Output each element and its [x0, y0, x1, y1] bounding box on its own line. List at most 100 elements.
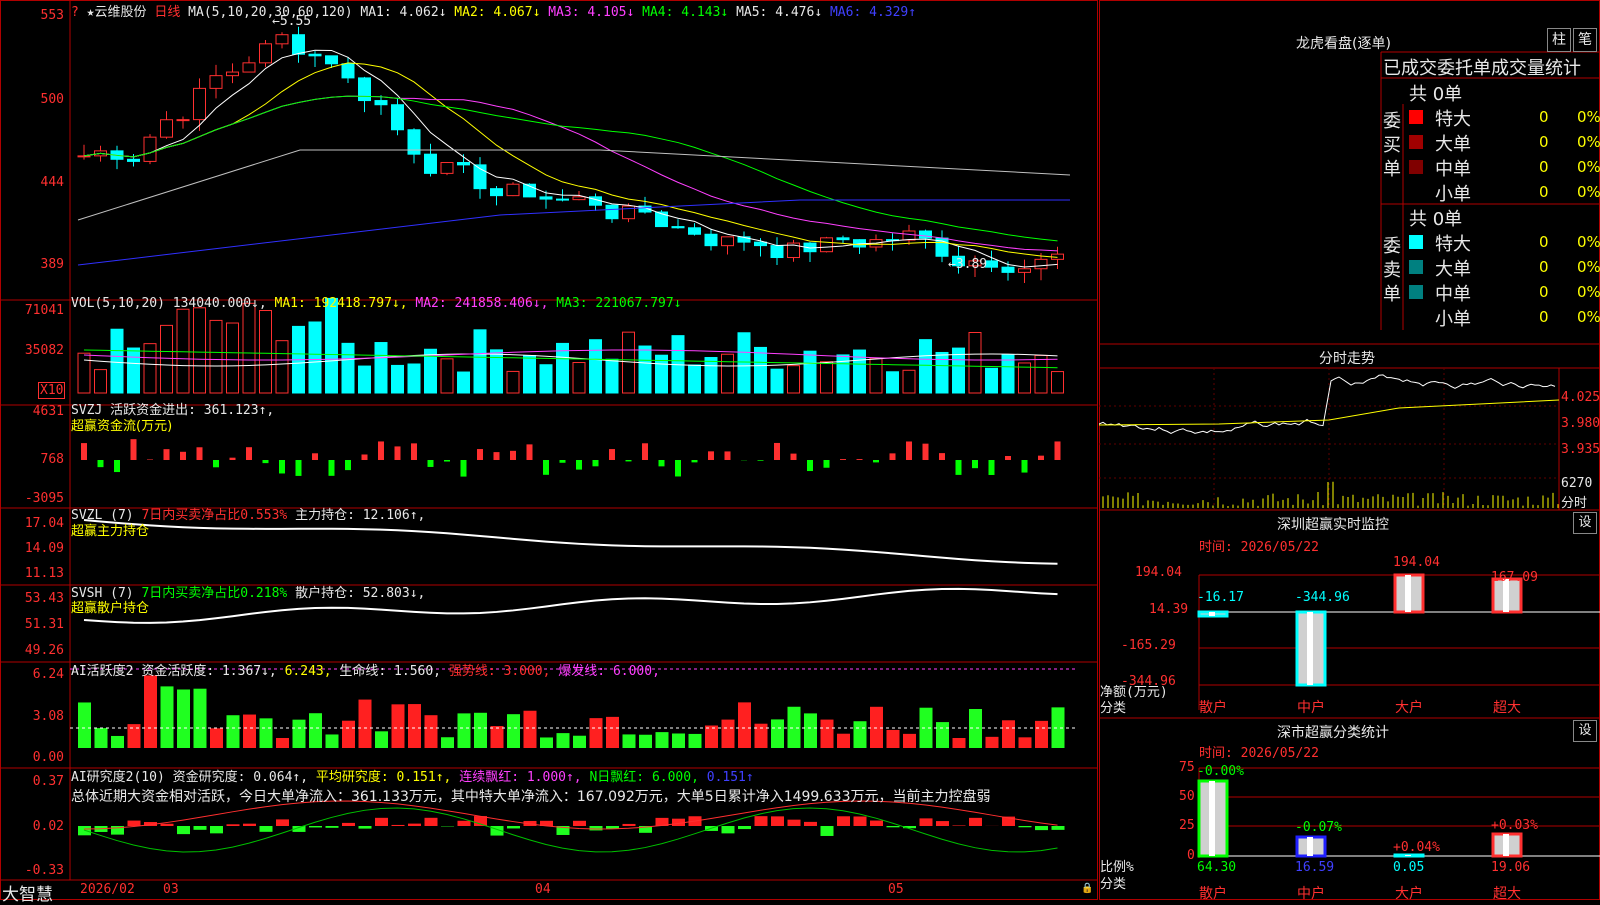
ai1-title: AI活跃度2: [71, 664, 133, 679]
activity-bar: [969, 709, 982, 748]
order-count: 0: [1539, 158, 1549, 176]
monitor-ytick: 194.04: [1135, 565, 1182, 580]
candle-body: [1035, 259, 1047, 268]
stats-settings-button[interactable]: 设: [1573, 720, 1597, 742]
activity-bar: [1002, 720, 1015, 748]
flow-bar: [98, 460, 104, 467]
candle-body: [689, 228, 701, 234]
flow-bar: [939, 453, 945, 460]
research-bar: [738, 826, 751, 829]
flow-bar: [164, 449, 170, 460]
research-bar: [210, 826, 223, 833]
svsh-subtitle: 超赢散户持仓: [71, 597, 149, 616]
period-label[interactable]: 日线: [154, 5, 180, 20]
research-bar: [920, 818, 933, 826]
flow-bar: [560, 460, 566, 463]
activity-bar: [738, 702, 751, 748]
volume-bar: [590, 340, 602, 393]
research-bar: [953, 825, 966, 826]
svzj-ytick: -3095: [0, 491, 64, 506]
candle-body: [293, 35, 305, 55]
stats-bar-delta: +0.03%: [1491, 818, 1538, 833]
volume-bar: [491, 350, 503, 393]
volume-bar: [177, 309, 189, 393]
candle-body: [491, 189, 503, 196]
volume-bar: [804, 351, 816, 393]
flow-bar: [692, 460, 698, 462]
chart-area[interactable]: ? ★云维股份 日线 MA(5,10,20,30,60,120) MA1: 4.…: [0, 0, 1098, 900]
research-bar: [128, 821, 141, 826]
activity-bar: [507, 714, 520, 748]
order-type: 大单: [1435, 130, 1471, 156]
volume-bar: [95, 370, 107, 393]
candle-body: [986, 261, 998, 267]
candle-body: [359, 78, 371, 101]
activity-bar: [78, 702, 91, 748]
volume-bar: [441, 359, 453, 393]
monitor-bar-value: -344.96: [1295, 590, 1350, 605]
volume-bar: [771, 369, 783, 393]
xaxis-label: 2026/02: [80, 882, 135, 897]
order-type: 特大: [1435, 105, 1471, 131]
flow-bar: [114, 460, 120, 472]
bar-mode-button[interactable]: 柱: [1547, 28, 1571, 52]
order-percent: 0%: [1577, 133, 1600, 151]
ai2-avg: 平均研究度: 0.151↑,: [316, 770, 451, 785]
flow-bar: [362, 454, 368, 460]
ai2-streak: 连续飘红: 1.000↑,: [459, 770, 581, 785]
volume-bar: [458, 372, 470, 393]
vol-ma1: MA1: 192418.797↓,: [275, 296, 408, 311]
kline-chart-canvas[interactable]: [0, 0, 1098, 900]
flow-bar: [263, 460, 269, 463]
activity-bar: [1019, 737, 1032, 748]
flow-bar: [840, 459, 846, 460]
monitor-bar-value: -16.17: [1197, 590, 1244, 605]
menu-glyph[interactable]: ?: [71, 5, 79, 20]
flow-bar: [1038, 456, 1044, 460]
monitor-category: 大户: [1395, 697, 1423, 717]
activity-bar: [705, 726, 718, 748]
research-bar: [326, 826, 339, 828]
stats-xlabel: 分类: [1100, 873, 1126, 892]
research-bar: [458, 821, 471, 826]
tick-mode-button[interactable]: 笔: [1573, 28, 1597, 52]
main-ytick: 389: [0, 257, 64, 272]
stats-bar-highlight: [1209, 781, 1215, 856]
volume-bar: [260, 311, 272, 393]
flow-bar: [477, 449, 483, 460]
flow-bar: [81, 443, 87, 460]
stats-category: 超大: [1493, 883, 1521, 903]
monitor-settings-button[interactable]: 设: [1573, 512, 1597, 534]
order-percent: 0%: [1577, 258, 1600, 276]
research-bar: [1019, 826, 1032, 827]
flow-bar: [1022, 460, 1028, 473]
stats-title: 深市超赢分类统计: [1277, 722, 1389, 742]
order-count: 0: [1539, 108, 1549, 126]
stats-time: 时间: 2026/05/22: [1199, 742, 1319, 761]
flow-bar: [213, 460, 219, 467]
order-count: 0: [1539, 308, 1549, 326]
ai2-summary: 总体近期大资金相对活跃，今日大单净流入：361.133万元，其中特大单净流入：1…: [71, 786, 991, 806]
flow-bar: [444, 460, 450, 462]
vol-unit: X10: [38, 382, 65, 399]
vol-ma2: MA2: 241858.406↓,: [415, 296, 548, 311]
order-color-swatch: [1409, 160, 1423, 174]
flow-bar: [329, 460, 335, 476]
research-bar: [227, 824, 240, 826]
flow-bar: [279, 460, 285, 473]
order-type: 小单: [1435, 305, 1471, 331]
activity-bar: [309, 713, 322, 748]
volume-bar: [128, 348, 140, 393]
activity-bar: [837, 734, 850, 748]
stats-ytick: 25: [1179, 818, 1195, 833]
lock-icon[interactable]: 🔒: [1081, 883, 1093, 894]
flow-bar: [510, 451, 516, 460]
order-type: 小单: [1435, 180, 1471, 206]
order-count: 0: [1539, 233, 1549, 251]
research-bar: [507, 826, 520, 828]
flow-bar: [609, 449, 615, 460]
volume-bar: [78, 353, 90, 393]
candle-body: [458, 163, 470, 165]
ai1-activity2: 6.243,: [285, 664, 332, 679]
stats-ytick: 75: [1179, 760, 1195, 775]
